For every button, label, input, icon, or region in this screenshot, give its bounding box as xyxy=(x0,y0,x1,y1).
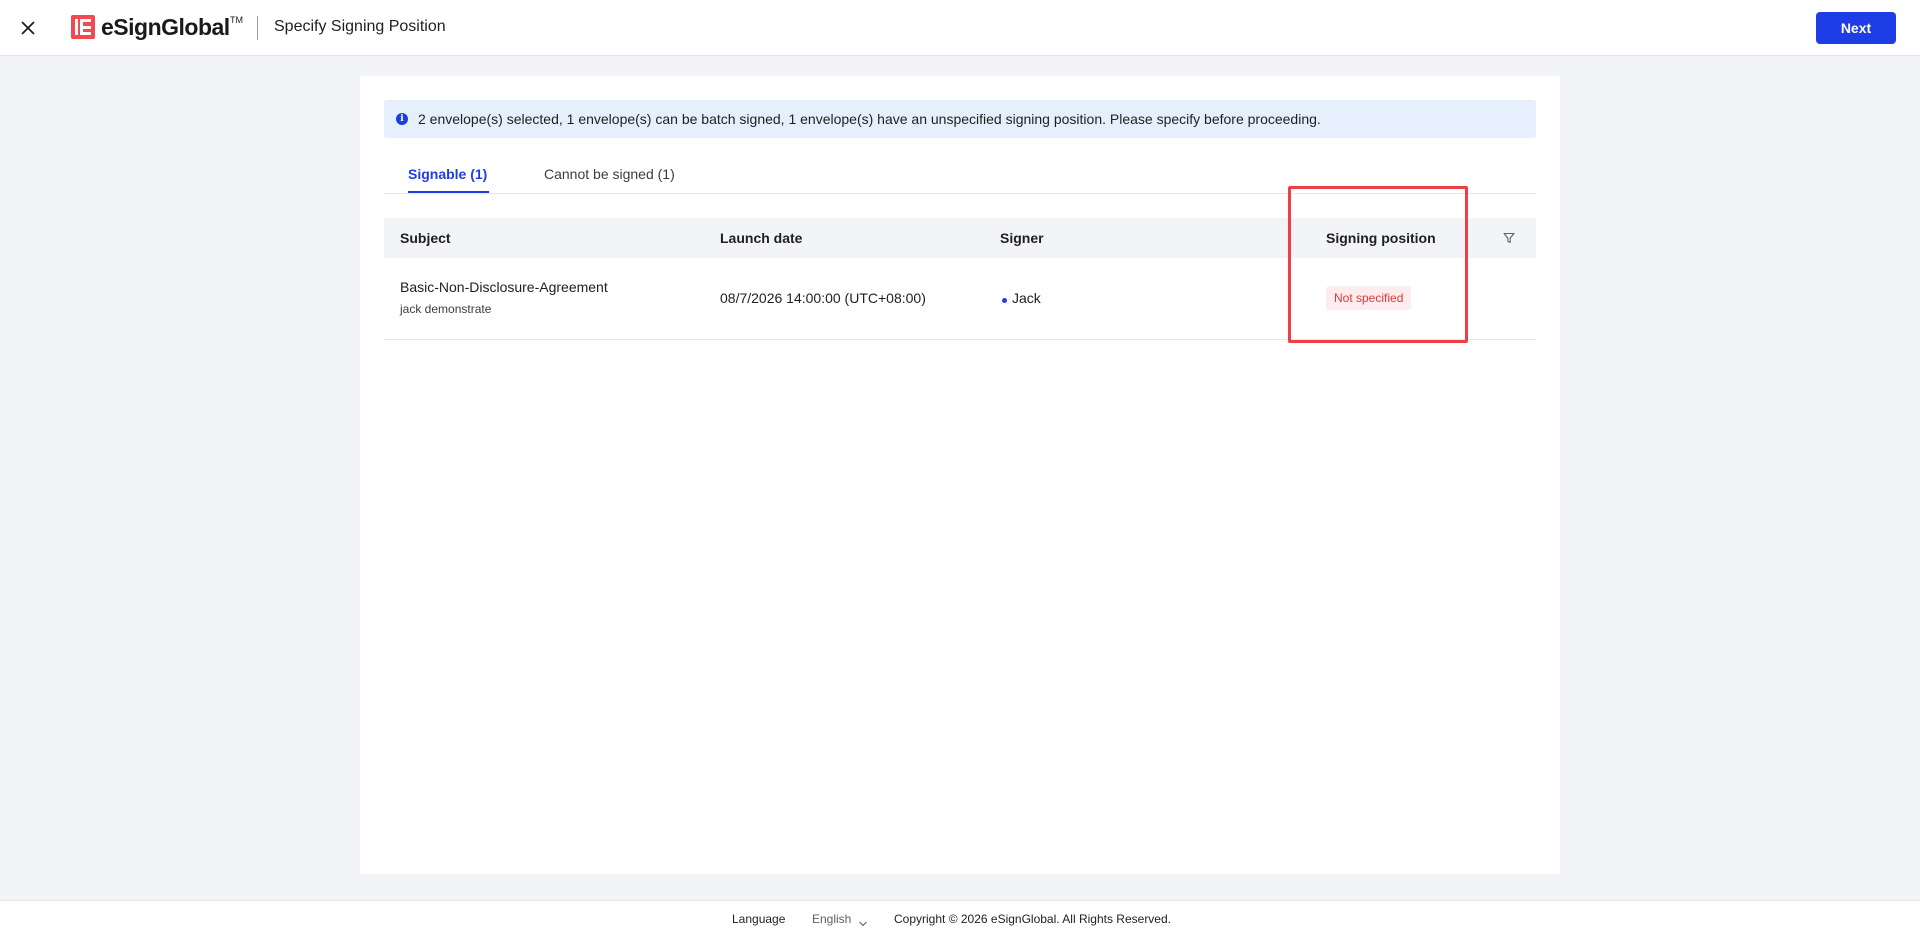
title-divider xyxy=(257,16,258,40)
highlight-annotation-box xyxy=(1288,186,1468,343)
copyright-text: Copyright © 2026 eSignGlobal. All Rights… xyxy=(894,912,1171,926)
row-subject-sub: jack demonstrate xyxy=(400,302,492,316)
logo-mark xyxy=(71,15,95,39)
filter-icon[interactable] xyxy=(1502,231,1516,245)
column-header-signer: Signer xyxy=(1000,230,1044,246)
brand-name: eSignGlobal xyxy=(101,14,230,40)
row-signer: Jack xyxy=(1012,290,1041,306)
page-title: Specify Signing Position xyxy=(274,18,446,35)
row-launch-date: 08/7/2026 14:00:00 (UTC+08:00) xyxy=(720,290,926,306)
chevron-down-icon[interactable] xyxy=(858,915,868,927)
tab-cannot-be-signed[interactable]: Cannot be signed (1) xyxy=(544,166,675,182)
info-icon: i xyxy=(396,113,408,125)
brand-trademark: TM xyxy=(230,15,243,25)
column-header-subject: Subject xyxy=(400,230,451,246)
row-subject: Basic-Non-Disclosure-Agreement xyxy=(400,279,608,295)
footer: Language English Copyright © 2026 eSignG… xyxy=(0,900,1920,934)
language-label: Language xyxy=(732,912,786,926)
active-tab-indicator xyxy=(408,191,489,193)
top-bar: eSignGlobal TM Specify Signing Position … xyxy=(0,0,1920,56)
tab-signable[interactable]: Signable (1) xyxy=(408,166,487,182)
language-select[interactable]: English xyxy=(812,912,851,926)
info-alert: i 2 envelope(s) selected, 1 envelope(s) … xyxy=(384,100,1536,138)
alert-message: 2 envelope(s) selected, 1 envelope(s) ca… xyxy=(418,111,1321,127)
column-header-launch-date: Launch date xyxy=(720,230,803,246)
signer-status-dot xyxy=(1002,298,1007,303)
close-icon[interactable] xyxy=(17,17,39,39)
next-button[interactable]: Next xyxy=(1816,12,1896,44)
